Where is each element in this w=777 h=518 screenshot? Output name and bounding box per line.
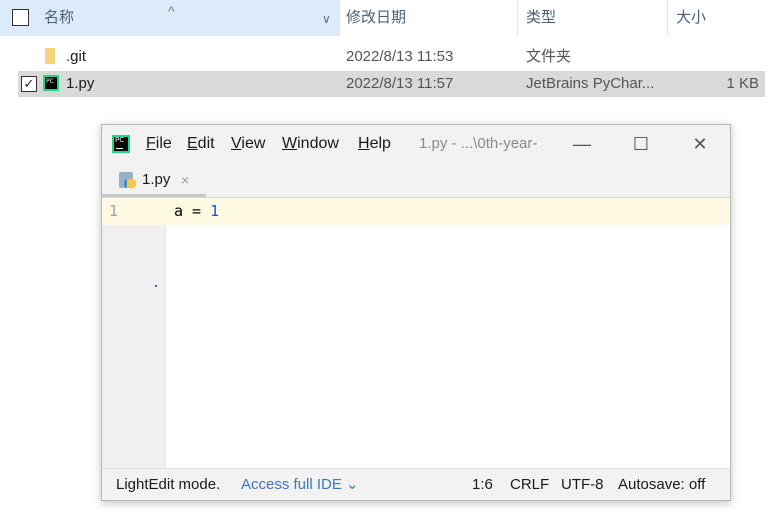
code-text: a = bbox=[174, 202, 211, 220]
column-header-name[interactable]: 名称 ^ ∨ bbox=[0, 0, 340, 36]
file-row-1py[interactable]: ✓ 1.py 2022/8/13 11:57 JetBrains PyChar.… bbox=[18, 69, 765, 97]
menu-file-mnemonic: F bbox=[146, 135, 156, 152]
column-header-type[interactable]: 类型 bbox=[518, 0, 668, 36]
column-dropdown-icon[interactable]: ∨ bbox=[322, 1, 331, 37]
status-bar: LightEdit mode. Access full IDE ⌄ 1:6 CR… bbox=[102, 468, 730, 500]
gutter-marker bbox=[155, 285, 157, 287]
tab-label: 1.py bbox=[142, 171, 171, 188]
tab-1py[interactable]: 1.py × bbox=[102, 163, 206, 197]
title-bar[interactable]: File Edit View Window Help 1.py - ...\0t… bbox=[102, 125, 730, 163]
folder-icon bbox=[45, 48, 55, 64]
file-type: 文件夹 bbox=[526, 48, 572, 65]
code-number-literal: 1 bbox=[210, 202, 220, 220]
maximize-icon[interactable]: ☐ bbox=[621, 125, 661, 163]
minimize-icon[interactable]: — bbox=[562, 125, 602, 163]
menu-file[interactable]: File bbox=[146, 125, 172, 163]
python-file-icon bbox=[119, 172, 136, 188]
column-name-label: 名称 bbox=[44, 9, 75, 26]
tab-close-icon[interactable]: × bbox=[181, 163, 189, 197]
menu-view[interactable]: View bbox=[231, 125, 265, 163]
chevron-down-icon: ⌄ bbox=[346, 476, 359, 493]
window-title: 1.py - ...\0th-year- bbox=[419, 135, 538, 152]
autosave-status[interactable]: Autosave: off bbox=[618, 469, 705, 501]
menu-edit[interactable]: Edit bbox=[187, 125, 215, 163]
column-header-bar: 名称 ^ ∨ 修改日期 类型 大小 bbox=[0, 0, 777, 36]
menu-file-label: ile bbox=[155, 135, 172, 152]
lightedit-window: File Edit View Window Help 1.py - ...\0t… bbox=[101, 124, 731, 501]
line-number: 1 bbox=[109, 202, 119, 220]
lightedit-mode-label: LightEdit mode. bbox=[116, 476, 221, 493]
column-header-date[interactable]: 修改日期 bbox=[340, 0, 518, 36]
menu-edit-label: dit bbox=[197, 135, 215, 152]
file-explorer: 名称 ^ ∨ 修改日期 类型 大小 .git 2022/8/13 11:53 文… bbox=[0, 0, 777, 110]
code-editor[interactable]: 1 a = 1 bbox=[102, 198, 730, 468]
file-size: 1 KB bbox=[726, 75, 759, 92]
menu-view-mnemonic: V bbox=[231, 135, 242, 152]
menu-help[interactable]: Help bbox=[358, 125, 391, 163]
menu-edit-mnemonic: E bbox=[187, 135, 198, 152]
menu-help-label: elp bbox=[369, 135, 391, 152]
file-date: 2022/8/13 11:57 bbox=[346, 75, 454, 92]
access-full-ide-label: Access full IDE bbox=[241, 476, 342, 493]
caret-position[interactable]: 1:6 bbox=[472, 469, 493, 501]
access-full-ide-link[interactable]: Access full IDE ⌄ bbox=[241, 469, 359, 501]
line-ending-selector[interactable]: CRLF bbox=[510, 469, 549, 501]
editor-tab-bar: 1.py × bbox=[102, 163, 730, 198]
menu-window-mnemonic: W bbox=[282, 135, 298, 152]
pycharm-app-icon[interactable] bbox=[112, 135, 130, 153]
code-line-1[interactable]: a = 1 bbox=[174, 198, 219, 225]
select-all-checkbox[interactable] bbox=[12, 9, 29, 26]
menu-view-label: iew bbox=[241, 135, 266, 152]
close-icon[interactable]: ✕ bbox=[680, 125, 720, 163]
column-header-size[interactable]: 大小 bbox=[668, 0, 777, 36]
file-name: .git bbox=[66, 48, 87, 65]
file-date: 2022/8/13 11:53 bbox=[346, 48, 454, 65]
sort-ascending-icon: ^ bbox=[168, 3, 175, 19]
encoding-selector[interactable]: UTF-8 bbox=[561, 469, 604, 501]
file-type: JetBrains PyChar... bbox=[526, 75, 655, 92]
menu-window[interactable]: Window bbox=[282, 125, 339, 163]
pycharm-file-icon bbox=[43, 69, 59, 95]
menu-help-mnemonic: H bbox=[358, 135, 370, 152]
line-number-gutter[interactable]: 1 bbox=[102, 198, 166, 468]
menu-window-label: indow bbox=[297, 135, 339, 152]
file-name: 1.py bbox=[66, 75, 95, 92]
file-checkbox[interactable]: ✓ bbox=[21, 76, 37, 92]
file-row-git[interactable]: .git 2022/8/13 11:53 文件夹 bbox=[18, 44, 765, 70]
